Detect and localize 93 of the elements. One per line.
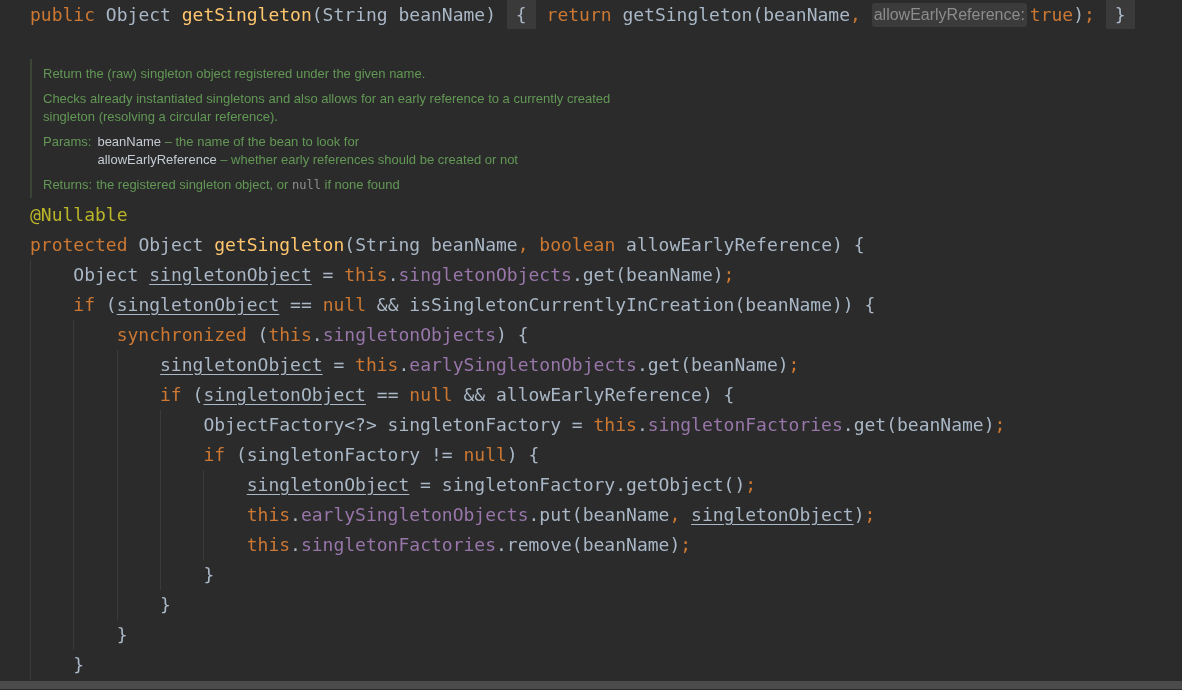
code-text: .get(beanName) <box>842 413 995 437</box>
keyword: ; <box>788 353 800 377</box>
code-text: .put(beanName <box>528 503 670 527</box>
keyword: return <box>545 3 612 27</box>
parameter-name: allowEarlyReference <box>97 152 217 167</box>
keyword: this <box>593 413 637 437</box>
keyword: null <box>463 443 507 467</box>
code-text: . <box>290 533 301 557</box>
parameter-hint: allowEarlyReference: <box>871 2 1027 27</box>
code-text: (String beanName <box>344 233 518 257</box>
keyword: null <box>409 383 453 407</box>
parameter-name: beanName <box>97 134 161 149</box>
code-text: allowEarlyReference) { <box>625 233 865 257</box>
returns-label: Returns: <box>43 176 93 194</box>
keyword: if <box>160 383 182 407</box>
variable-name: singletonObject <box>149 263 312 287</box>
code-text: ( <box>256 323 269 347</box>
code-text: ) { <box>506 443 540 467</box>
code-text: ) { <box>496 323 529 347</box>
code-text: ObjectFactory<?> singletonFactory = <box>203 413 584 437</box>
code-text: ) <box>1073 3 1085 27</box>
keyword: if <box>203 443 226 467</box>
code-text: ) <box>853 503 865 527</box>
keyword: public <box>30 3 96 27</box>
keyword: this <box>344 263 388 287</box>
field-name: earlySingletonObjects <box>300 503 529 527</box>
keyword: ; <box>864 503 876 527</box>
code-text: (singletonFactory != <box>234 443 454 467</box>
field-name: singletonObjects <box>398 263 572 287</box>
method-name: getSingleton <box>214 233 345 257</box>
keyword: , boolean <box>517 233 616 257</box>
keyword: synchronized <box>116 323 247 347</box>
code-text: . <box>311 323 323 347</box>
code-text: Object <box>137 233 205 257</box>
code-text: getSingleton(beanName <box>621 3 850 27</box>
keyword: ; <box>994 413 1006 437</box>
folded-block-marker[interactable]: { <box>506 0 536 29</box>
keyword: null <box>322 293 366 317</box>
annotation: @Nullable <box>30 203 128 227</box>
params-label: Params: <box>43 133 92 151</box>
keyword: , <box>669 503 682 527</box>
field-name: singletonFactories <box>300 533 496 557</box>
keyword: ; <box>745 473 757 497</box>
code-text: . <box>636 413 648 437</box>
code-text: == <box>375 383 400 407</box>
code-text: . <box>398 353 410 377</box>
code-text: = <box>321 263 335 287</box>
keyword: protected <box>30 233 128 257</box>
code-text: } <box>160 593 171 617</box>
code-text: && allowEarlyReference) { <box>462 383 735 407</box>
returns-description: the registered singleton object, or null if none found <box>96 176 400 194</box>
code-text: } <box>203 563 215 587</box>
code-text: Object <box>73 263 140 287</box>
method-name: getSingleton <box>181 3 312 27</box>
parameter-description: – whether early references should be created or not <box>219 152 518 167</box>
doc-summary: Return the (raw) singleton object registered under the given name. <box>43 65 427 83</box>
folded-block-marker[interactable]: } <box>1105 0 1135 29</box>
code-text: (String beanName) <box>311 3 497 27</box>
code-text: } <box>116 623 128 647</box>
code-text: . <box>290 503 301 527</box>
code-text: ( <box>191 383 204 407</box>
code-text: .get(beanName) <box>571 263 724 287</box>
code-text: ( <box>104 293 117 317</box>
code-text: .remove(beanName) <box>496 533 681 557</box>
keyword: true <box>1029 3 1074 27</box>
field-name: singletonFactories <box>647 413 843 437</box>
variable-name: singletonObject <box>691 503 854 527</box>
code-text: == <box>289 293 313 317</box>
code-text: = <box>332 353 346 377</box>
keyword: this <box>246 533 291 557</box>
keyword: if <box>73 293 96 317</box>
variable-name: singletonObject <box>246 473 410 497</box>
horizontal-scrollbar[interactable] <box>0 681 1182 689</box>
variable-name: singletonObject <box>203 383 366 407</box>
keyword: ; <box>723 263 735 287</box>
code-text: . <box>387 263 399 287</box>
code-text: && isSingletonCurrentlyInCreation(beanName)) { <box>375 293 876 317</box>
code-text: } <box>73 653 85 677</box>
field-name: singletonObjects <box>322 323 496 347</box>
field-name: earlySingletonObjects <box>409 353 637 377</box>
keyword: this <box>268 323 312 347</box>
keyword: , <box>850 3 862 27</box>
keyword: this <box>355 353 399 377</box>
variable-name: singletonObject <box>116 293 280 317</box>
code-text: .get(beanName) <box>636 353 789 377</box>
keyword: this <box>246 503 291 527</box>
variable-name: singletonObject <box>160 353 323 377</box>
parameter-description: – the name of the bean to look for <box>163 134 360 149</box>
code-text: = singletonFactory.getObject() <box>419 473 746 497</box>
keyword: ; <box>680 533 692 557</box>
code-text: Object <box>104 3 172 27</box>
keyword: ; <box>1084 3 1096 27</box>
doc-description: Checks already instantiated singletons and also allows for an early reference to a currently created singleton (resolving a circular reference). <box>43 90 612 126</box>
